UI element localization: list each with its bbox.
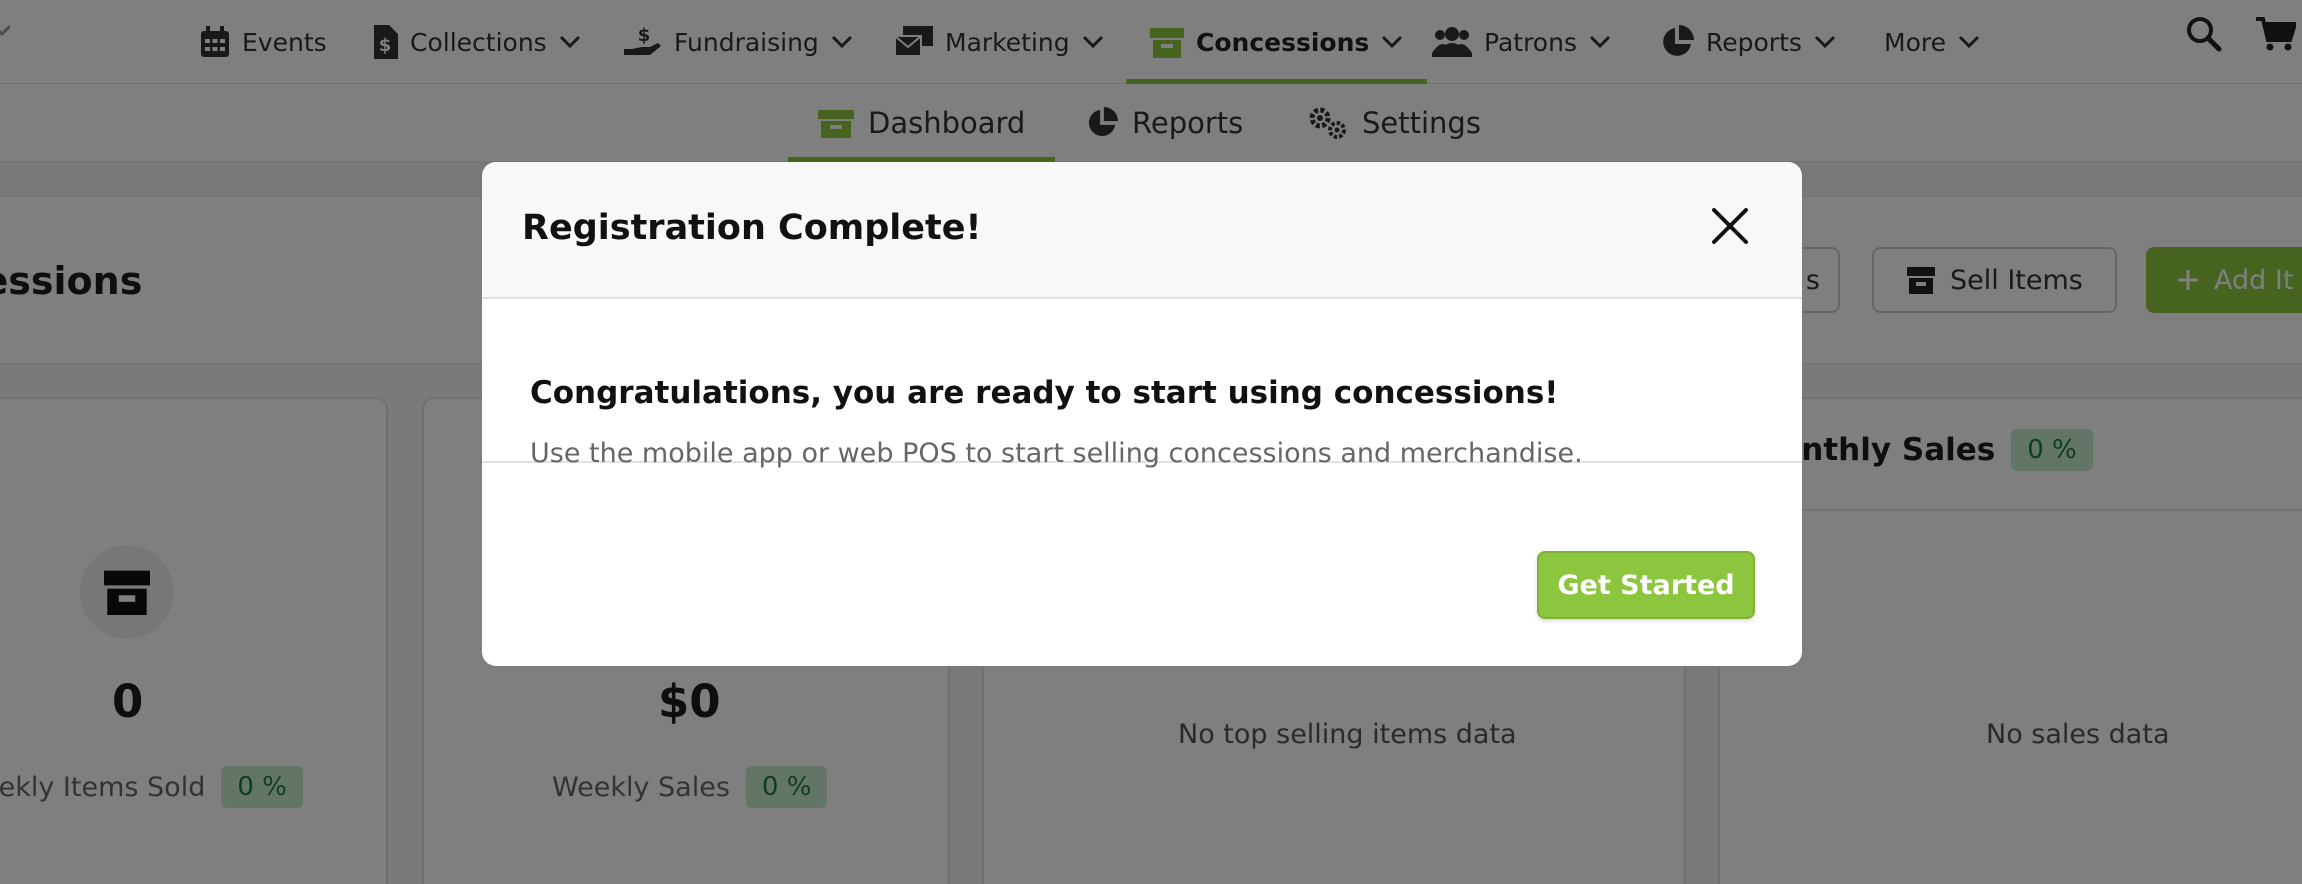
dialog-message: Use the mobile app or web POS to start s… (530, 438, 1583, 469)
dialog-title: Registration Complete! (522, 208, 982, 248)
dialog-heading: Congratulations, you are ready to start … (530, 375, 1559, 411)
registration-complete-dialog: Registration Complete! Congratulations, … (482, 162, 1802, 666)
close-icon[interactable] (1710, 206, 1750, 246)
get-started-button[interactable]: Get Started (1537, 551, 1755, 619)
dialog-header: Registration Complete! (482, 162, 1802, 299)
